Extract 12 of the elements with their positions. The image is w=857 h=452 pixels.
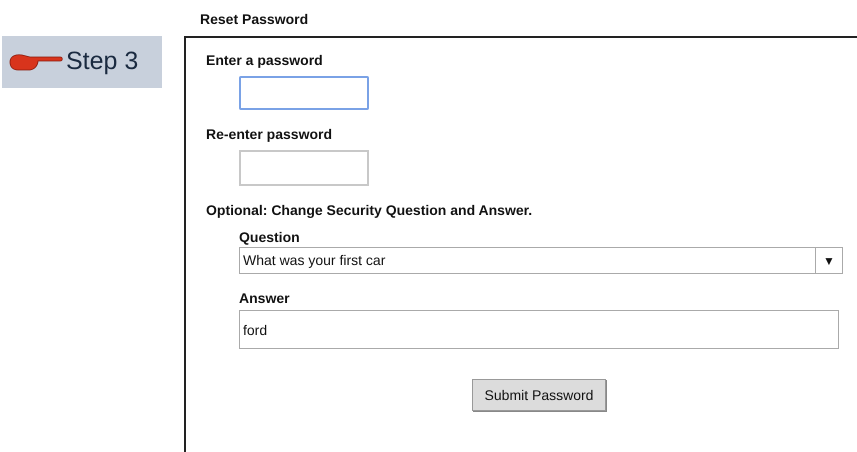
password-field[interactable] [239, 76, 369, 110]
answer-label: Answer [239, 289, 291, 308]
submit-button[interactable]: Submit Password [472, 379, 606, 411]
field-label: Enter a password [206, 51, 324, 70]
question-label: Question [239, 228, 301, 247]
password-field[interactable] [239, 150, 369, 186]
step-label: Step 3 [66, 46, 138, 78]
field-label: Re-enter password [206, 125, 334, 144]
form-title: Reset Password [199, 10, 310, 29]
answer-field[interactable]: ford [239, 310, 839, 349]
section-heading: Optional: Change Security Question and Answer. [206, 201, 534, 220]
question-select[interactable]: What was your first car ▼ [239, 247, 843, 274]
